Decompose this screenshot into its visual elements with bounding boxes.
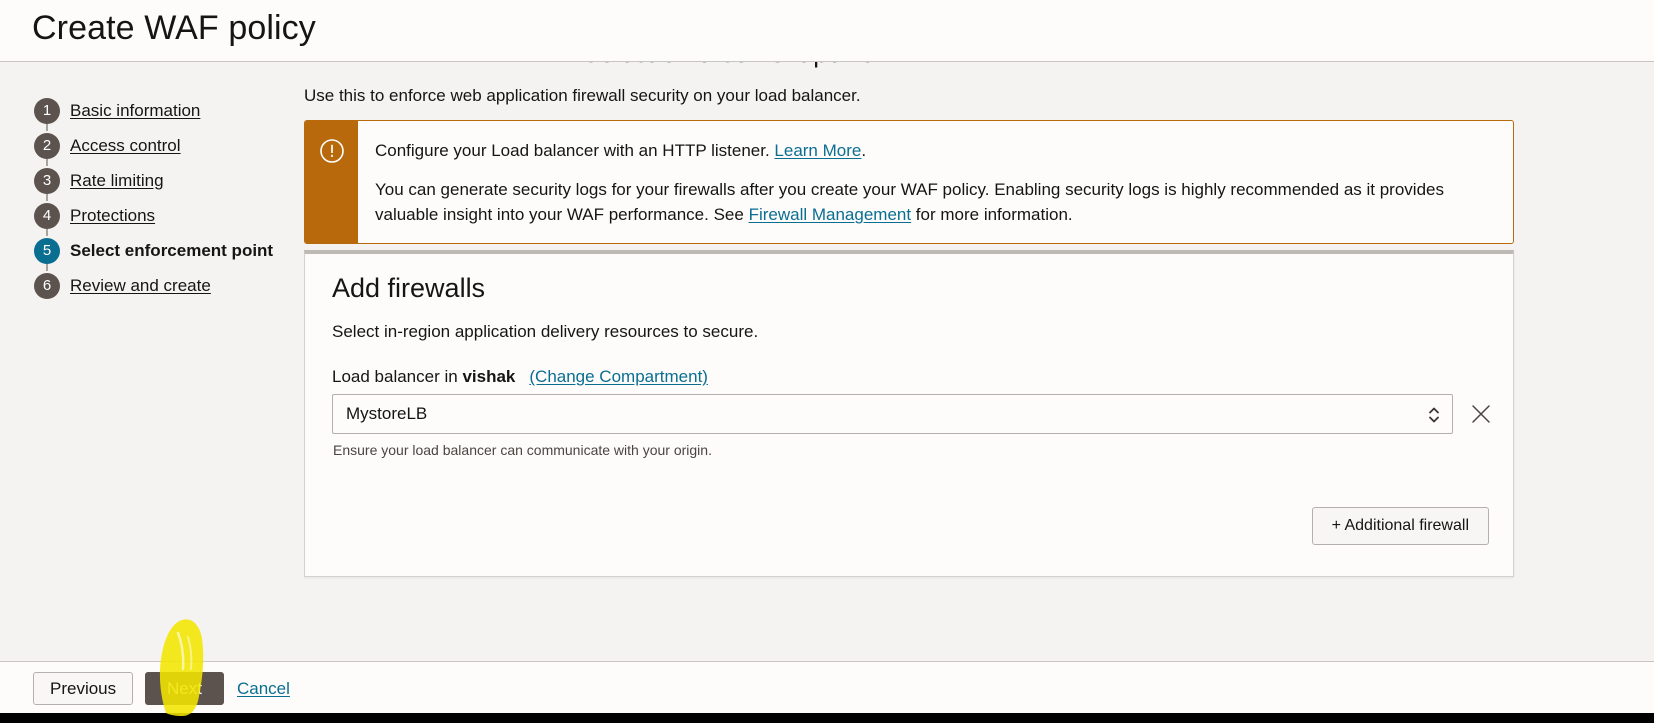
compartment-name: vishak	[462, 367, 515, 386]
banner-line-1-suffix: .	[861, 141, 866, 160]
learn-more-link[interactable]: Learn More	[774, 141, 861, 160]
firewall-management-link[interactable]: Firewall Management	[749, 205, 912, 224]
sidebar-item-review-and-create[interactable]: 6 Review and create	[34, 268, 273, 303]
warning-banner: Configure your Load balancer with an HTT…	[304, 120, 1514, 244]
step-number-badge: 6	[34, 273, 60, 299]
load-balancer-field-label-row: Load balancer in vishak (Change Compartm…	[332, 367, 708, 387]
banner-line-2: You can generate security logs for your …	[375, 177, 1495, 227]
step-label: Select enforcement point	[70, 241, 273, 261]
load-balancer-select[interactable]: MystoreLB	[332, 394, 1453, 434]
banner-icon-strip	[305, 121, 358, 243]
section-intro-text: Use this to enforce web application fire…	[304, 86, 861, 106]
banner-line-2-suffix: for more information.	[911, 205, 1073, 224]
load-balancer-helper-text: Ensure your load balancer can communicat…	[333, 442, 712, 458]
step-number-badge: 3	[34, 168, 60, 194]
change-compartment-link[interactable]: (Change Compartment)	[529, 367, 708, 387]
banner-body: Configure your Load balancer with an HTT…	[358, 121, 1513, 243]
banner-line-1-prefix: Configure your Load balancer with an HTT…	[375, 141, 774, 160]
page-body: 1 Basic information 2 Access control 3 R…	[0, 62, 1654, 661]
next-button[interactable]: Next	[145, 672, 224, 705]
load-balancer-select-row: MystoreLB	[332, 394, 1492, 434]
step-connector	[46, 263, 48, 271]
step-label: Basic information	[70, 101, 200, 121]
bottom-black-strip	[0, 713, 1654, 723]
create-waf-policy-page: Create WAF policy 1 Basic information 2 …	[0, 0, 1654, 723]
load-balancer-select-value: MystoreLB	[346, 404, 427, 424]
page-header: Create WAF policy	[0, 0, 1654, 62]
step-number-badge: 1	[34, 98, 60, 124]
step-number-badge: 2	[34, 133, 60, 159]
card-title: Add firewalls	[332, 273, 485, 304]
close-x-icon[interactable]	[1470, 403, 1492, 425]
add-firewalls-card: Add firewalls Select in-region applicati…	[304, 250, 1514, 577]
step-label: Protections	[70, 206, 155, 226]
warning-exclamation-circle-icon	[319, 138, 345, 243]
cancel-link[interactable]: Cancel	[237, 672, 290, 705]
card-subtitle: Select in-region application delivery re…	[332, 322, 758, 342]
step-label: Rate limiting	[70, 171, 164, 191]
main-content: Select enforcement point Use this to enf…	[304, 62, 1654, 661]
load-balancer-field-label: Load balancer in vishak	[332, 367, 515, 387]
step-label: Review and create	[70, 276, 211, 296]
page-title: Create WAF policy	[32, 4, 316, 52]
sidebar-item-access-control[interactable]: 2 Access control	[34, 128, 273, 163]
add-additional-firewall-button[interactable]: + Additional firewall	[1312, 507, 1489, 545]
step-connector	[46, 123, 48, 131]
step-number-badge: 5	[34, 238, 60, 264]
previous-button[interactable]: Previous	[33, 672, 133, 705]
wizard-sidebar: 1 Basic information 2 Access control 3 R…	[0, 62, 304, 661]
step-connector	[46, 158, 48, 166]
sidebar-item-protections[interactable]: 4 Protections	[34, 198, 273, 233]
step-label: Access control	[70, 136, 181, 156]
sidebar-item-select-enforcement-point[interactable]: 5 Select enforcement point	[34, 233, 273, 268]
banner-line-1: Configure your Load balancer with an HTT…	[375, 138, 1495, 163]
field-label-prefix: Load balancer in	[332, 367, 462, 386]
step-number-badge: 4	[34, 203, 60, 229]
sidebar-item-basic-information[interactable]: 1 Basic information	[34, 93, 273, 128]
sidebar-item-rate-limiting[interactable]: 3 Rate limiting	[34, 163, 273, 198]
wizard-step-list: 1 Basic information 2 Access control 3 R…	[34, 93, 273, 303]
spinner-chevrons-icon[interactable]	[1427, 404, 1441, 426]
step-connector	[46, 193, 48, 201]
section-heading-clipped: Select enforcement point	[582, 62, 870, 68]
step-connector	[46, 228, 48, 236]
wizard-footer: Previous Next Cancel	[0, 661, 1654, 713]
